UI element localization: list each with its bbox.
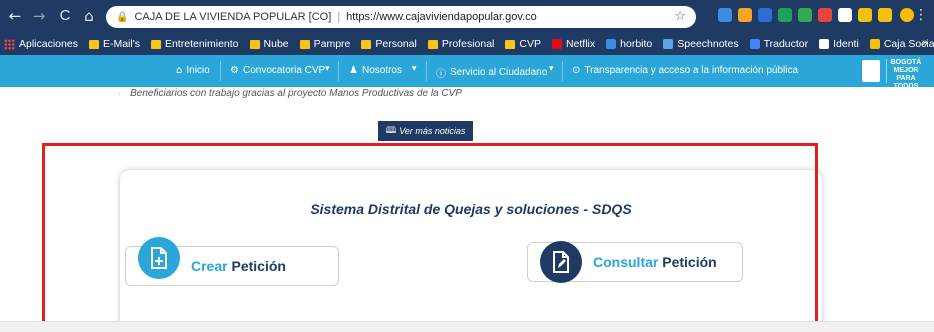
- folder-icon: [249, 39, 260, 49]
- extension-icon[interactable]: [758, 8, 772, 22]
- url-text: https://www.cajaviviendapopular.gov.co: [346, 11, 537, 23]
- more-news-button[interactable]: 🕮 Ver más noticias: [378, 121, 473, 141]
- browser-menu-icon[interactable]: ⋮: [914, 7, 928, 23]
- lock-icon: 🔒: [116, 11, 129, 23]
- nav-divider: [220, 61, 221, 81]
- bookmark-label: Aplicaciones: [19, 38, 78, 50]
- nav-nosotros-label: Nosotros: [361, 65, 402, 76]
- bookmark-item[interactable]: Personal: [361, 38, 417, 50]
- bookmark-item[interactable]: Entretenimiento: [150, 38, 239, 50]
- chevron-down-icon: ▾: [325, 64, 330, 74]
- folder-icon: [299, 39, 310, 49]
- bookmark-label: Nube: [263, 38, 289, 50]
- identi-icon: [819, 39, 830, 49]
- folder-icon: [150, 39, 161, 49]
- horbito-icon: [606, 39, 617, 49]
- home-button[interactable]: ⌂: [78, 7, 100, 25]
- nav-transparencia-label: Transparencia y acceso a la información …: [584, 65, 799, 76]
- bookmark-star-icon[interactable]: ☆: [674, 9, 686, 24]
- bogota-logo: BOGOTÁ MEJOR PARA TODOS: [886, 59, 922, 90]
- bookmark-label: Pampre: [313, 38, 351, 50]
- nav-servicio[interactable]: ⓘ Servicio al Ciudadano: [436, 65, 547, 80]
- bookmarks-overflow-button[interactable]: »: [922, 37, 928, 49]
- browser-toolbar: ← → C ⌂ 🔒 CAJA DE LA VIVIENDA POPULAR [C…: [0, 0, 934, 33]
- bookmark-label: Speechnotes: [677, 38, 739, 50]
- extension-icon[interactable]: [858, 8, 872, 22]
- gear-icon: ⚙: [230, 65, 239, 76]
- page-footer-band: [0, 321, 934, 332]
- nav-servicio-label: Servicio al Ciudadano: [450, 67, 548, 78]
- nav-nosotros[interactable]: ♟ Nosotros: [349, 65, 402, 76]
- nav-convocatoria-label: Convocatoria CVP: [242, 65, 326, 76]
- highlight-box: [42, 143, 818, 325]
- bookmark-label: Identi: [833, 38, 859, 50]
- folder-icon: [88, 39, 99, 49]
- home-icon: ⌂: [176, 65, 183, 76]
- folder-icon: [361, 39, 372, 49]
- nav-divider: [338, 61, 339, 81]
- info-icon: ⓘ: [436, 69, 446, 80]
- netflix-icon: [551, 39, 562, 49]
- translate-icon: [749, 39, 760, 49]
- chevron-down-icon: ▾: [549, 64, 554, 74]
- news-item-title: Beneficiarios con trabajo gracias al pro…: [130, 88, 462, 99]
- bookmark-item[interactable]: Nube: [249, 38, 289, 50]
- bookmark-item[interactable]: Aplicaciones: [4, 38, 78, 50]
- bookmark-label: Personal: [375, 38, 417, 50]
- bookmark-label: Traductor: [763, 38, 809, 50]
- nav-transparencia[interactable]: ⊙ Transparencia y acceso a la informació…: [572, 65, 798, 76]
- address-bar[interactable]: 🔒 CAJA DE LA VIVIENDA POPULAR [CO] | htt…: [106, 6, 696, 28]
- site-identity: CAJA DE LA VIVIENDA POPULAR [CO]: [134, 11, 332, 23]
- profile-avatar[interactable]: [900, 8, 914, 22]
- nav-inicio-label: Inicio: [186, 65, 210, 76]
- bookmark-label: Entretenimiento: [164, 38, 239, 50]
- extension-icon[interactable]: [718, 8, 732, 22]
- bookmark-item[interactable]: horbito: [606, 38, 652, 50]
- bookmark-label: Netflix: [565, 38, 596, 50]
- bookmark-item[interactable]: Traductor: [749, 38, 809, 50]
- site-navbar: ⌂ Inicio ⚙ Convocatoria CVP ▾ ♟ Nosotros…: [0, 55, 934, 90]
- nav-divider: [426, 61, 427, 81]
- extension-icon[interactable]: [818, 8, 832, 22]
- bookmark-item[interactable]: E-Mail's: [88, 38, 140, 50]
- bookmark-label: horbito: [620, 38, 653, 50]
- users-icon: ♟: [349, 65, 358, 76]
- bookmark-item[interactable]: CVP: [505, 38, 541, 50]
- folder-icon: [427, 39, 438, 49]
- book-icon: 🕮: [385, 126, 397, 136]
- bullet-icon: ·: [118, 88, 122, 99]
- bookmark-item[interactable]: Profesional: [427, 38, 495, 50]
- extension-icon[interactable]: [798, 8, 812, 22]
- bookmark-item[interactable]: Identi: [819, 38, 859, 50]
- bookmark-item[interactable]: Pampre: [299, 38, 351, 50]
- extension-icon[interactable]: [778, 8, 792, 22]
- extension-icon[interactable]: [838, 8, 852, 22]
- apps-icon: [4, 38, 15, 50]
- more-news-label: Ver más noticias: [399, 126, 466, 136]
- extensions-tray: [718, 8, 892, 22]
- extension-icon[interactable]: [738, 8, 752, 22]
- bookmark-label: CVP: [519, 38, 541, 50]
- nav-inicio[interactable]: ⌂ Inicio: [176, 65, 210, 76]
- bookmark-item[interactable]: Netflix: [551, 38, 596, 50]
- caja-social-icon: [869, 39, 880, 49]
- address-separator: |: [337, 11, 341, 23]
- folder-icon: [505, 39, 516, 49]
- nav-convocatoria[interactable]: ⚙ Convocatoria CVP: [230, 65, 325, 76]
- news-item[interactable]: · Beneficiarios con trabajo gracias al p…: [118, 88, 462, 99]
- bookmark-item[interactable]: Speechnotes: [663, 38, 739, 50]
- speechnotes-icon: [663, 39, 674, 49]
- bookmark-label: E-Mail's: [102, 38, 140, 50]
- check-circle-icon: ⊙: [572, 65, 581, 76]
- reload-button[interactable]: C: [54, 7, 76, 24]
- chevron-down-icon: ▾: [412, 64, 417, 74]
- alcaldia-logo: [862, 60, 880, 82]
- extension-icon[interactable]: [878, 8, 892, 22]
- bookmark-label: Profesional: [441, 38, 495, 50]
- bookmarks-bar: Aplicaciones E-Mail's Entretenimiento Nube P…: [0, 33, 934, 55]
- back-button[interactable]: ←: [4, 7, 26, 25]
- nav-divider: [562, 61, 563, 81]
- forward-button[interactable]: →: [28, 7, 50, 25]
